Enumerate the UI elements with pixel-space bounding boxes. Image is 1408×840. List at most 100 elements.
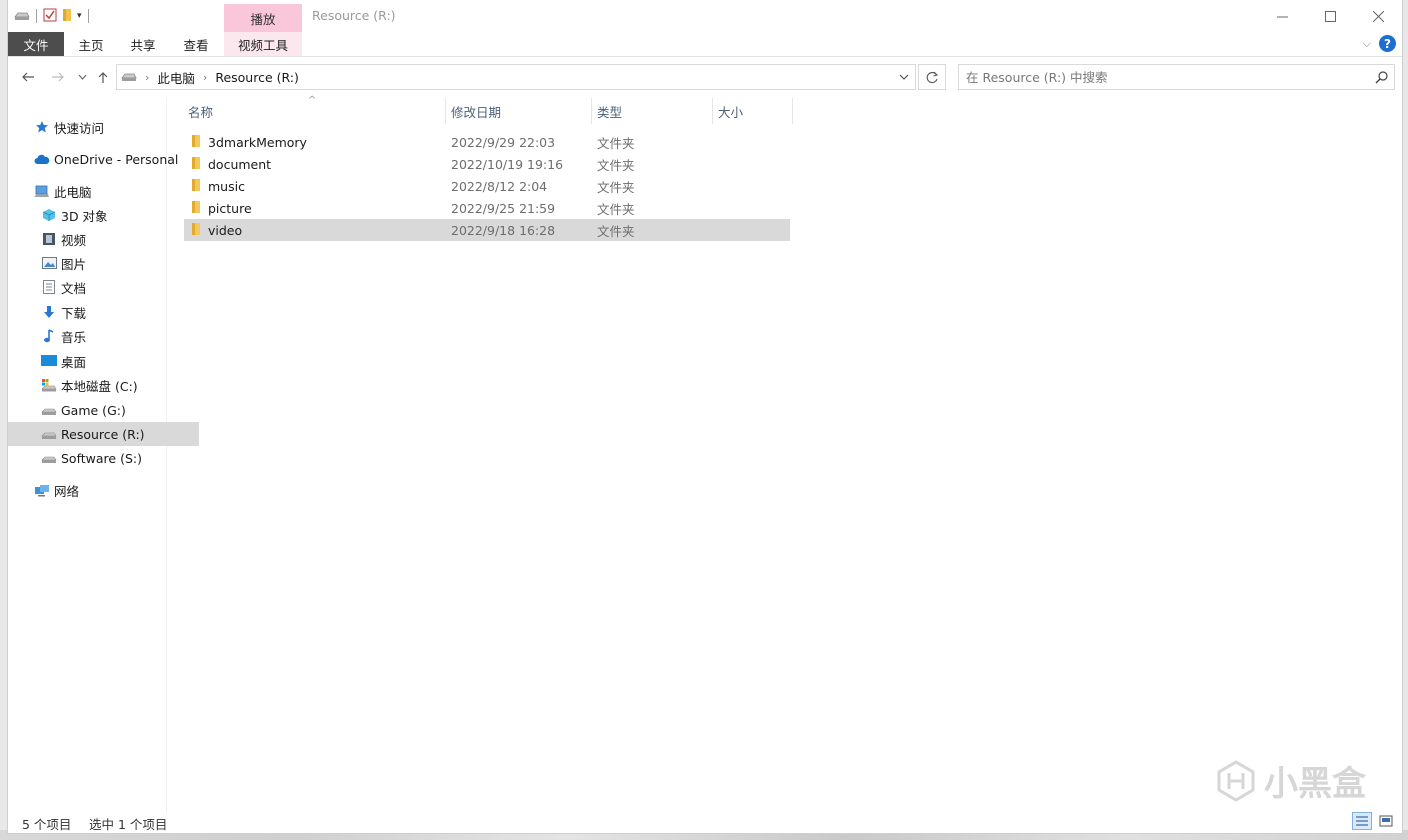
sidebar-item-network[interactable]: 网络 [8, 478, 192, 502]
file-name: picture [208, 200, 252, 216]
new-folder-icon[interactable] [61, 8, 73, 25]
quick-access-toolbar: ▾ [14, 6, 91, 26]
folder-icon [191, 222, 201, 239]
download-icon [41, 304, 57, 320]
file-list: ^ 名称 修改日期 类型 大小 3dmarkMemory 2022/9/29 2… [184, 95, 804, 258]
file-row[interactable]: picture 2022/9/25 21:59 文件夹 [184, 197, 790, 219]
selection-count: 选中 1 个项目 [89, 817, 168, 832]
file-name: music [208, 178, 245, 194]
drive-icon[interactable] [14, 9, 30, 24]
column-header-type[interactable]: 类型 [597, 98, 709, 124]
explorer-window: ▾ 播放 Resource (R:) 文件 主页 共享 查看 视频工具 ⌵ ? [7, 0, 1403, 834]
file-row[interactable]: music 2022/8/12 2:04 文件夹 [184, 175, 790, 197]
navigation-pane: 快速访问 OneDrive - Personal 此电脑 3D 对象 视频 图片… [8, 98, 199, 813]
breadcrumb: › 此电脑 › Resource (R:) [117, 68, 299, 87]
file-date: 2022/9/25 21:59 [451, 200, 556, 216]
sidebar-item-downloads[interactable]: 下载 [8, 300, 199, 324]
star-icon [34, 119, 50, 135]
sidebar-item-3d-objects[interactable]: 3D 对象 [8, 203, 199, 227]
sidebar-item-label: 文档 [61, 280, 87, 296]
tab-view[interactable]: 查看 [175, 32, 217, 56]
expand-ribbon-icon[interactable]: ⌵ [1363, 37, 1371, 51]
breadcrumb-resource[interactable]: Resource (R:) [215, 70, 299, 85]
file-type: 文件夹 [597, 157, 635, 173]
maximize-button[interactable] [1306, 0, 1354, 32]
column-header-name[interactable]: 名称 [188, 98, 443, 124]
ribbon-tabs: 文件 主页 共享 查看 视频工具 ⌵ ? [8, 32, 1402, 57]
sidebar-item-local-disk-c[interactable]: 本地磁盘 (C:) [8, 373, 199, 397]
document-icon [41, 279, 57, 295]
search-icon[interactable] [1368, 70, 1394, 84]
sidebar-item-documents[interactable]: 文档 [8, 275, 199, 299]
status-bar: 5 个项目 选中 1 个项目 [8, 809, 1402, 833]
sidebar-item-quick-access[interactable]: 快速访问 [8, 115, 192, 139]
column-header-date[interactable]: 修改日期 [451, 98, 589, 124]
tab-share[interactable]: 共享 [122, 32, 164, 56]
address-dropdown-icon[interactable] [899, 69, 909, 84]
picture-icon [41, 255, 57, 271]
back-button[interactable] [16, 62, 40, 92]
sidebar-item-label: 本地磁盘 (C:) [61, 378, 138, 394]
sidebar-item-software-s[interactable]: Software (S:) [8, 446, 199, 470]
tab-home[interactable]: 主页 [70, 32, 112, 56]
toolbar-divider [87, 9, 89, 23]
music-icon [41, 328, 57, 344]
column-divider[interactable] [792, 98, 793, 124]
file-name: video [208, 222, 243, 238]
film-icon [41, 231, 57, 247]
customize-toolbar-icon[interactable]: ▾ [77, 11, 82, 21]
sidebar-item-label: Resource (R:) [61, 426, 145, 442]
recent-locations-icon[interactable] [74, 62, 90, 92]
sidebar-item-desktop[interactable]: 桌面 [8, 349, 199, 373]
close-button[interactable] [1354, 0, 1402, 32]
breadcrumb-chevron-icon[interactable]: › [203, 71, 207, 84]
column-divider[interactable] [445, 98, 446, 124]
help-button[interactable]: ? [1379, 35, 1396, 52]
file-date: 2022/9/29 22:03 [451, 134, 556, 150]
sidebar-item-label: 音乐 [61, 329, 87, 345]
tab-video-tools[interactable]: 视频工具 [224, 32, 302, 56]
drive-icon [121, 70, 137, 85]
file-row[interactable]: document 2022/10/19 19:16 文件夹 [184, 153, 790, 175]
breadcrumb-this-pc[interactable]: 此电脑 [157, 68, 195, 87]
toolbar-divider [36, 9, 37, 23]
column-header-size[interactable]: 大小 [718, 98, 792, 124]
folder-icon [191, 134, 201, 151]
sidebar-item-videos[interactable]: 视频 [8, 227, 199, 251]
sidebar-item-game-g[interactable]: Game (G:) [8, 398, 199, 422]
sidebar-item-label: 视频 [61, 232, 87, 248]
computer-icon [34, 183, 50, 199]
column-divider[interactable] [591, 98, 592, 124]
search-input[interactable] [959, 68, 1368, 86]
sidebar-item-label: 网络 [54, 483, 80, 499]
sidebar-item-resource-r[interactable]: Resource (R:) [8, 422, 199, 446]
window-controls [1258, 0, 1402, 32]
cube-icon [41, 207, 57, 223]
address-bar[interactable]: › 此电脑 › Resource (R:) [116, 64, 916, 90]
drive-icon [41, 402, 57, 418]
context-tab-group-play: 播放 [224, 4, 302, 32]
large-icons-view-icon[interactable] [1376, 812, 1396, 830]
tab-file[interactable]: 文件 [8, 32, 64, 56]
up-button[interactable] [92, 62, 114, 92]
sidebar-item-onedrive[interactable]: OneDrive - Personal [8, 147, 192, 171]
item-count: 5 个项目 [22, 817, 72, 832]
sidebar-item-pictures[interactable]: 图片 [8, 251, 199, 275]
forward-button[interactable] [46, 62, 70, 92]
breadcrumb-chevron-icon[interactable]: › [145, 71, 149, 84]
details-view-icon[interactable] [1352, 812, 1372, 830]
file-type: 文件夹 [597, 179, 635, 195]
properties-icon[interactable] [43, 8, 57, 25]
column-divider[interactable] [712, 98, 713, 124]
refresh-button[interactable] [918, 64, 946, 90]
sidebar-item-label: Software (S:) [61, 450, 142, 466]
watermark-text: 小黑盒 [1264, 764, 1366, 804]
sidebar-item-label: 3D 对象 [61, 208, 108, 224]
sidebar-item-this-pc[interactable]: 此电脑 [8, 179, 192, 203]
sidebar-item-music[interactable]: 音乐 [8, 324, 199, 348]
sidebar-item-label: 此电脑 [54, 184, 92, 200]
minimize-button[interactable] [1258, 0, 1306, 32]
sidebar-item-label: 快速访问 [54, 120, 105, 136]
file-row[interactable]: 3dmarkMemory 2022/9/29 22:03 文件夹 [184, 131, 790, 153]
file-row-selected[interactable]: video 2022/9/18 16:28 文件夹 [184, 219, 790, 241]
